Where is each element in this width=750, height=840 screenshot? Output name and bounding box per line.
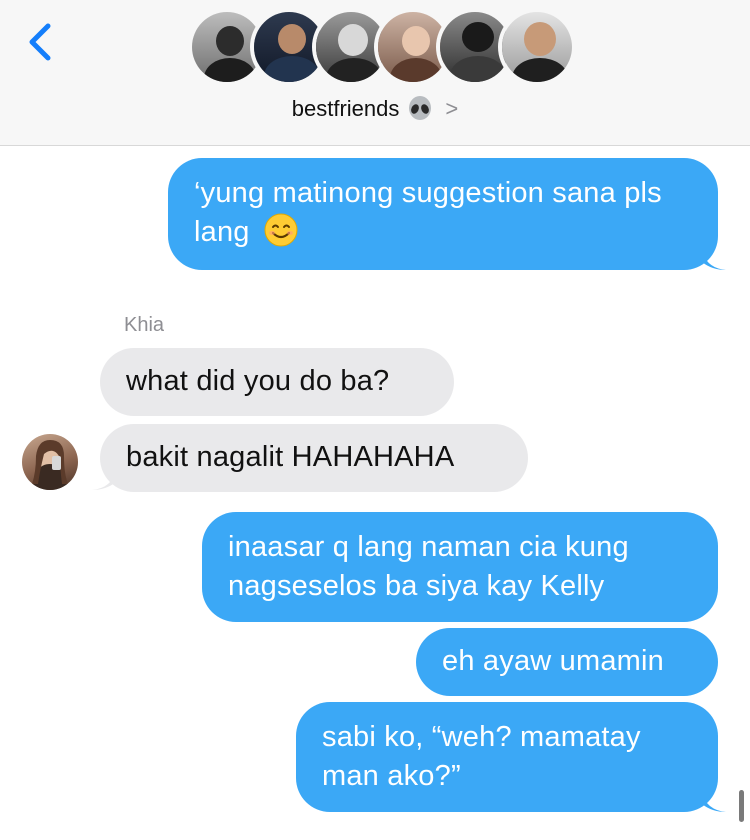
group-name[interactable]: bestfriends > xyxy=(0,96,750,122)
back-chevron-icon[interactable] xyxy=(22,20,62,64)
group-avatars[interactable] xyxy=(188,8,576,88)
bubble-tail xyxy=(702,250,726,270)
bubble-tail xyxy=(92,470,116,490)
message-text: inaasar q lang naman cia kung nagseselos… xyxy=(228,531,629,602)
member-avatar xyxy=(498,8,576,86)
chevron-right-icon: > xyxy=(445,96,459,121)
incoming-message[interactable]: what did you do ba? xyxy=(100,348,454,416)
outgoing-message[interactable]: ‘yung matinong suggestion sana pls lang xyxy=(168,158,718,270)
alien-icon xyxy=(407,96,433,122)
outgoing-message[interactable]: inaasar q lang naman cia kung nagseselos… xyxy=(202,512,718,622)
incoming-message[interactable]: bakit nagalit HAHAHAHA xyxy=(100,424,528,492)
smiling-face-icon xyxy=(264,213,298,247)
message-text: bakit nagalit HAHAHAHA xyxy=(126,441,455,473)
sender-name: Khia xyxy=(124,314,165,336)
message-text: what did you do ba? xyxy=(126,365,390,397)
bubble-tail xyxy=(702,792,726,812)
outgoing-message[interactable]: sabi ko, “weh? mamatay man ako?” xyxy=(296,702,718,812)
conversation-header: bestfriends > xyxy=(0,0,750,146)
message-text: eh ayaw umamin xyxy=(442,645,665,677)
group-name-label: bestfriends xyxy=(291,96,400,121)
scrollbar[interactable] xyxy=(739,790,744,822)
message-text: sabi ko, “weh? mamatay man ako?” xyxy=(322,721,641,792)
outgoing-message[interactable]: eh ayaw umamin xyxy=(416,628,718,696)
sender-avatar[interactable] xyxy=(22,434,78,490)
